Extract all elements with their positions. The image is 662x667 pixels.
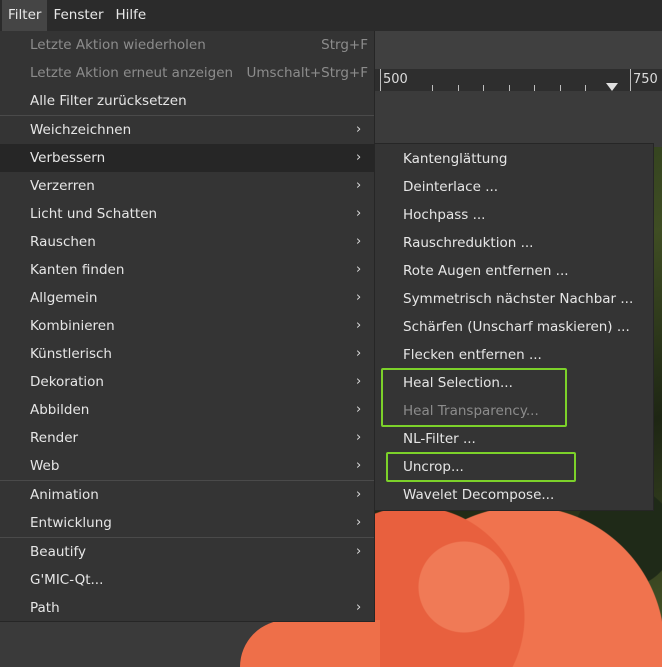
menu-item-web[interactable]: Web › [0, 452, 374, 480]
submenu-item-label: Schärfen (Unscharf maskieren) ... [403, 319, 630, 335]
submenu-item-label: Flecken entfernen ... [403, 347, 542, 363]
submenu-item-kantenglaettung[interactable]: Kantenglättung [375, 145, 653, 173]
highlight-box-heal [381, 368, 567, 427]
chevron-right-icon: › [356, 122, 362, 137]
chevron-right-icon: › [356, 600, 362, 615]
submenu-item-label: Rauschreduktion ... [403, 235, 534, 251]
submenu-item-rauschreduktion[interactable]: Rauschreduktion ... [375, 229, 653, 257]
menu-item-path[interactable]: Path › [0, 594, 374, 622]
menu-item-label: Render [30, 430, 79, 446]
menu-item-kombinieren[interactable]: Kombinieren › [0, 312, 374, 340]
menu-item-label: Kombinieren [30, 318, 115, 334]
menu-item-label: Alle Filter zurücksetzen [30, 93, 187, 109]
menu-item-entwicklung[interactable]: Entwicklung › [0, 509, 374, 537]
menu-item-label: Abbilden [30, 402, 90, 418]
chevron-right-icon: › [356, 374, 362, 389]
menu-item-gmic-qt[interactable]: G'MIC-Qt... [0, 566, 374, 594]
menu-item-dekoration[interactable]: Dekoration › [0, 368, 374, 396]
chevron-right-icon: › [356, 402, 362, 417]
menu-item-label: Animation [30, 487, 99, 503]
submenu-item-rote-augen[interactable]: Rote Augen entfernen ... [375, 257, 653, 285]
menu-item-label: Verzerren [30, 178, 95, 194]
menu-item-label: Web [30, 458, 60, 474]
ruler-label: 500 [383, 72, 408, 87]
menu-item-animation[interactable]: Animation › [0, 481, 374, 509]
submenu-item-deinterlace[interactable]: Deinterlace ... [375, 173, 653, 201]
menu-item-reset-all[interactable]: Alle Filter zurücksetzen [0, 87, 374, 115]
menu-item-verbessern[interactable]: Verbessern › [0, 144, 374, 172]
menu-item-licht-und-schatten[interactable]: Licht und Schatten › [0, 200, 374, 228]
submenu-item-wavelet-decompose[interactable]: Wavelet Decompose... [375, 481, 653, 509]
menu-item-label: Licht und Schatten [30, 206, 158, 222]
menu-item-label: Verbessern [30, 150, 106, 166]
rose-photo-edge [240, 620, 380, 667]
menu-item-beautify[interactable]: Beautify › [0, 538, 374, 566]
menu-item-kuenstlerisch[interactable]: Künstlerisch › [0, 340, 374, 368]
ruler-label: 750 [633, 72, 658, 87]
menu-item-shortcut: Strg+F [321, 37, 368, 53]
menu-filter[interactable]: Filter [2, 0, 48, 31]
chevron-right-icon: › [356, 150, 362, 165]
menu-item-label: Beautify [30, 544, 86, 560]
filter-menu: Letzte Aktion wiederholen Strg+F Letzte … [0, 31, 375, 622]
menu-item-abbilden[interactable]: Abbilden › [0, 396, 374, 424]
chevron-right-icon: › [356, 430, 362, 445]
submenu-item-schaerfen[interactable]: Schärfen (Unscharf maskieren) ... [375, 313, 653, 341]
menu-item-reshow-last[interactable]: Letzte Aktion erneut anzeigen Umschalt+S… [0, 59, 374, 87]
chevron-right-icon: › [356, 346, 362, 361]
chevron-right-icon: › [356, 290, 362, 305]
menu-item-rauschen[interactable]: Rauschen › [0, 228, 374, 256]
menu-item-kanten-finden[interactable]: Kanten finden › [0, 256, 374, 284]
highlight-box-uncrop [386, 452, 576, 482]
submenu-item-hochpass[interactable]: Hochpass ... [375, 201, 653, 229]
menu-item-shortcut: Umschalt+Strg+F [246, 65, 369, 81]
menu-item-label: Dekoration [30, 374, 104, 390]
chevron-right-icon: › [356, 318, 362, 333]
submenu-item-label: Deinterlace ... [403, 179, 499, 195]
menu-item-label: Letzte Aktion erneut anzeigen [30, 65, 234, 81]
chevron-right-icon: › [356, 487, 362, 502]
menu-item-label: Künstlerisch [30, 346, 112, 362]
menu-fenster[interactable]: Fenster [47, 0, 109, 31]
ruler-tick [380, 69, 381, 91]
menu-item-label: Path [30, 600, 60, 616]
canvas-padding [374, 91, 662, 147]
menu-item-label: Weichzeichnen [30, 122, 132, 138]
chevron-right-icon: › [356, 544, 362, 559]
menubar: Filter Fenster Hilfe [0, 0, 662, 32]
menu-item-repeat-last[interactable]: Letzte Aktion wiederholen Strg+F [0, 31, 374, 59]
submenu-item-symmetrisch-naechster-nachbar[interactable]: Symmetrisch nächster Nachbar ... [375, 285, 653, 313]
chevron-right-icon: › [356, 178, 362, 193]
menu-hilfe[interactable]: Hilfe [110, 0, 153, 31]
submenu-item-label: Hochpass ... [403, 207, 486, 223]
submenu-item-label: Kantenglättung [403, 151, 508, 167]
chevron-right-icon: › [356, 206, 362, 221]
menu-item-label: Rauschen [30, 234, 96, 250]
ruler-position-marker [606, 83, 618, 91]
horizontal-ruler: 500 750 [374, 69, 662, 92]
submenu-item-label: Symmetrisch nächster Nachbar ... [403, 291, 634, 307]
submenu-item-nl-filter[interactable]: NL-Filter ... [375, 425, 653, 453]
menu-item-label: G'MIC-Qt... [30, 572, 104, 588]
submenu-item-flecken-entfernen[interactable]: Flecken entfernen ... [375, 341, 653, 369]
menu-item-label: Allgemein [30, 290, 98, 306]
submenu-item-label: Rote Augen entfernen ... [403, 263, 569, 279]
menu-item-label: Kanten finden [30, 262, 125, 278]
submenu-item-label: Wavelet Decompose... [403, 487, 555, 503]
image-window-toolbar [374, 31, 662, 69]
menu-item-label: Entwicklung [30, 515, 112, 531]
chevron-right-icon: › [356, 515, 362, 530]
menu-item-allgemein[interactable]: Allgemein › [0, 284, 374, 312]
menu-item-weichzeichnen[interactable]: Weichzeichnen › [0, 116, 374, 144]
chevron-right-icon: › [356, 262, 362, 277]
menu-item-label: Letzte Aktion wiederholen [30, 37, 206, 53]
submenu-item-label: NL-Filter ... [403, 431, 476, 447]
menu-item-render[interactable]: Render › [0, 424, 374, 452]
ruler-tick [630, 69, 631, 91]
menu-item-verzerren[interactable]: Verzerren › [0, 172, 374, 200]
chevron-right-icon: › [356, 234, 362, 249]
chevron-right-icon: › [356, 458, 362, 473]
